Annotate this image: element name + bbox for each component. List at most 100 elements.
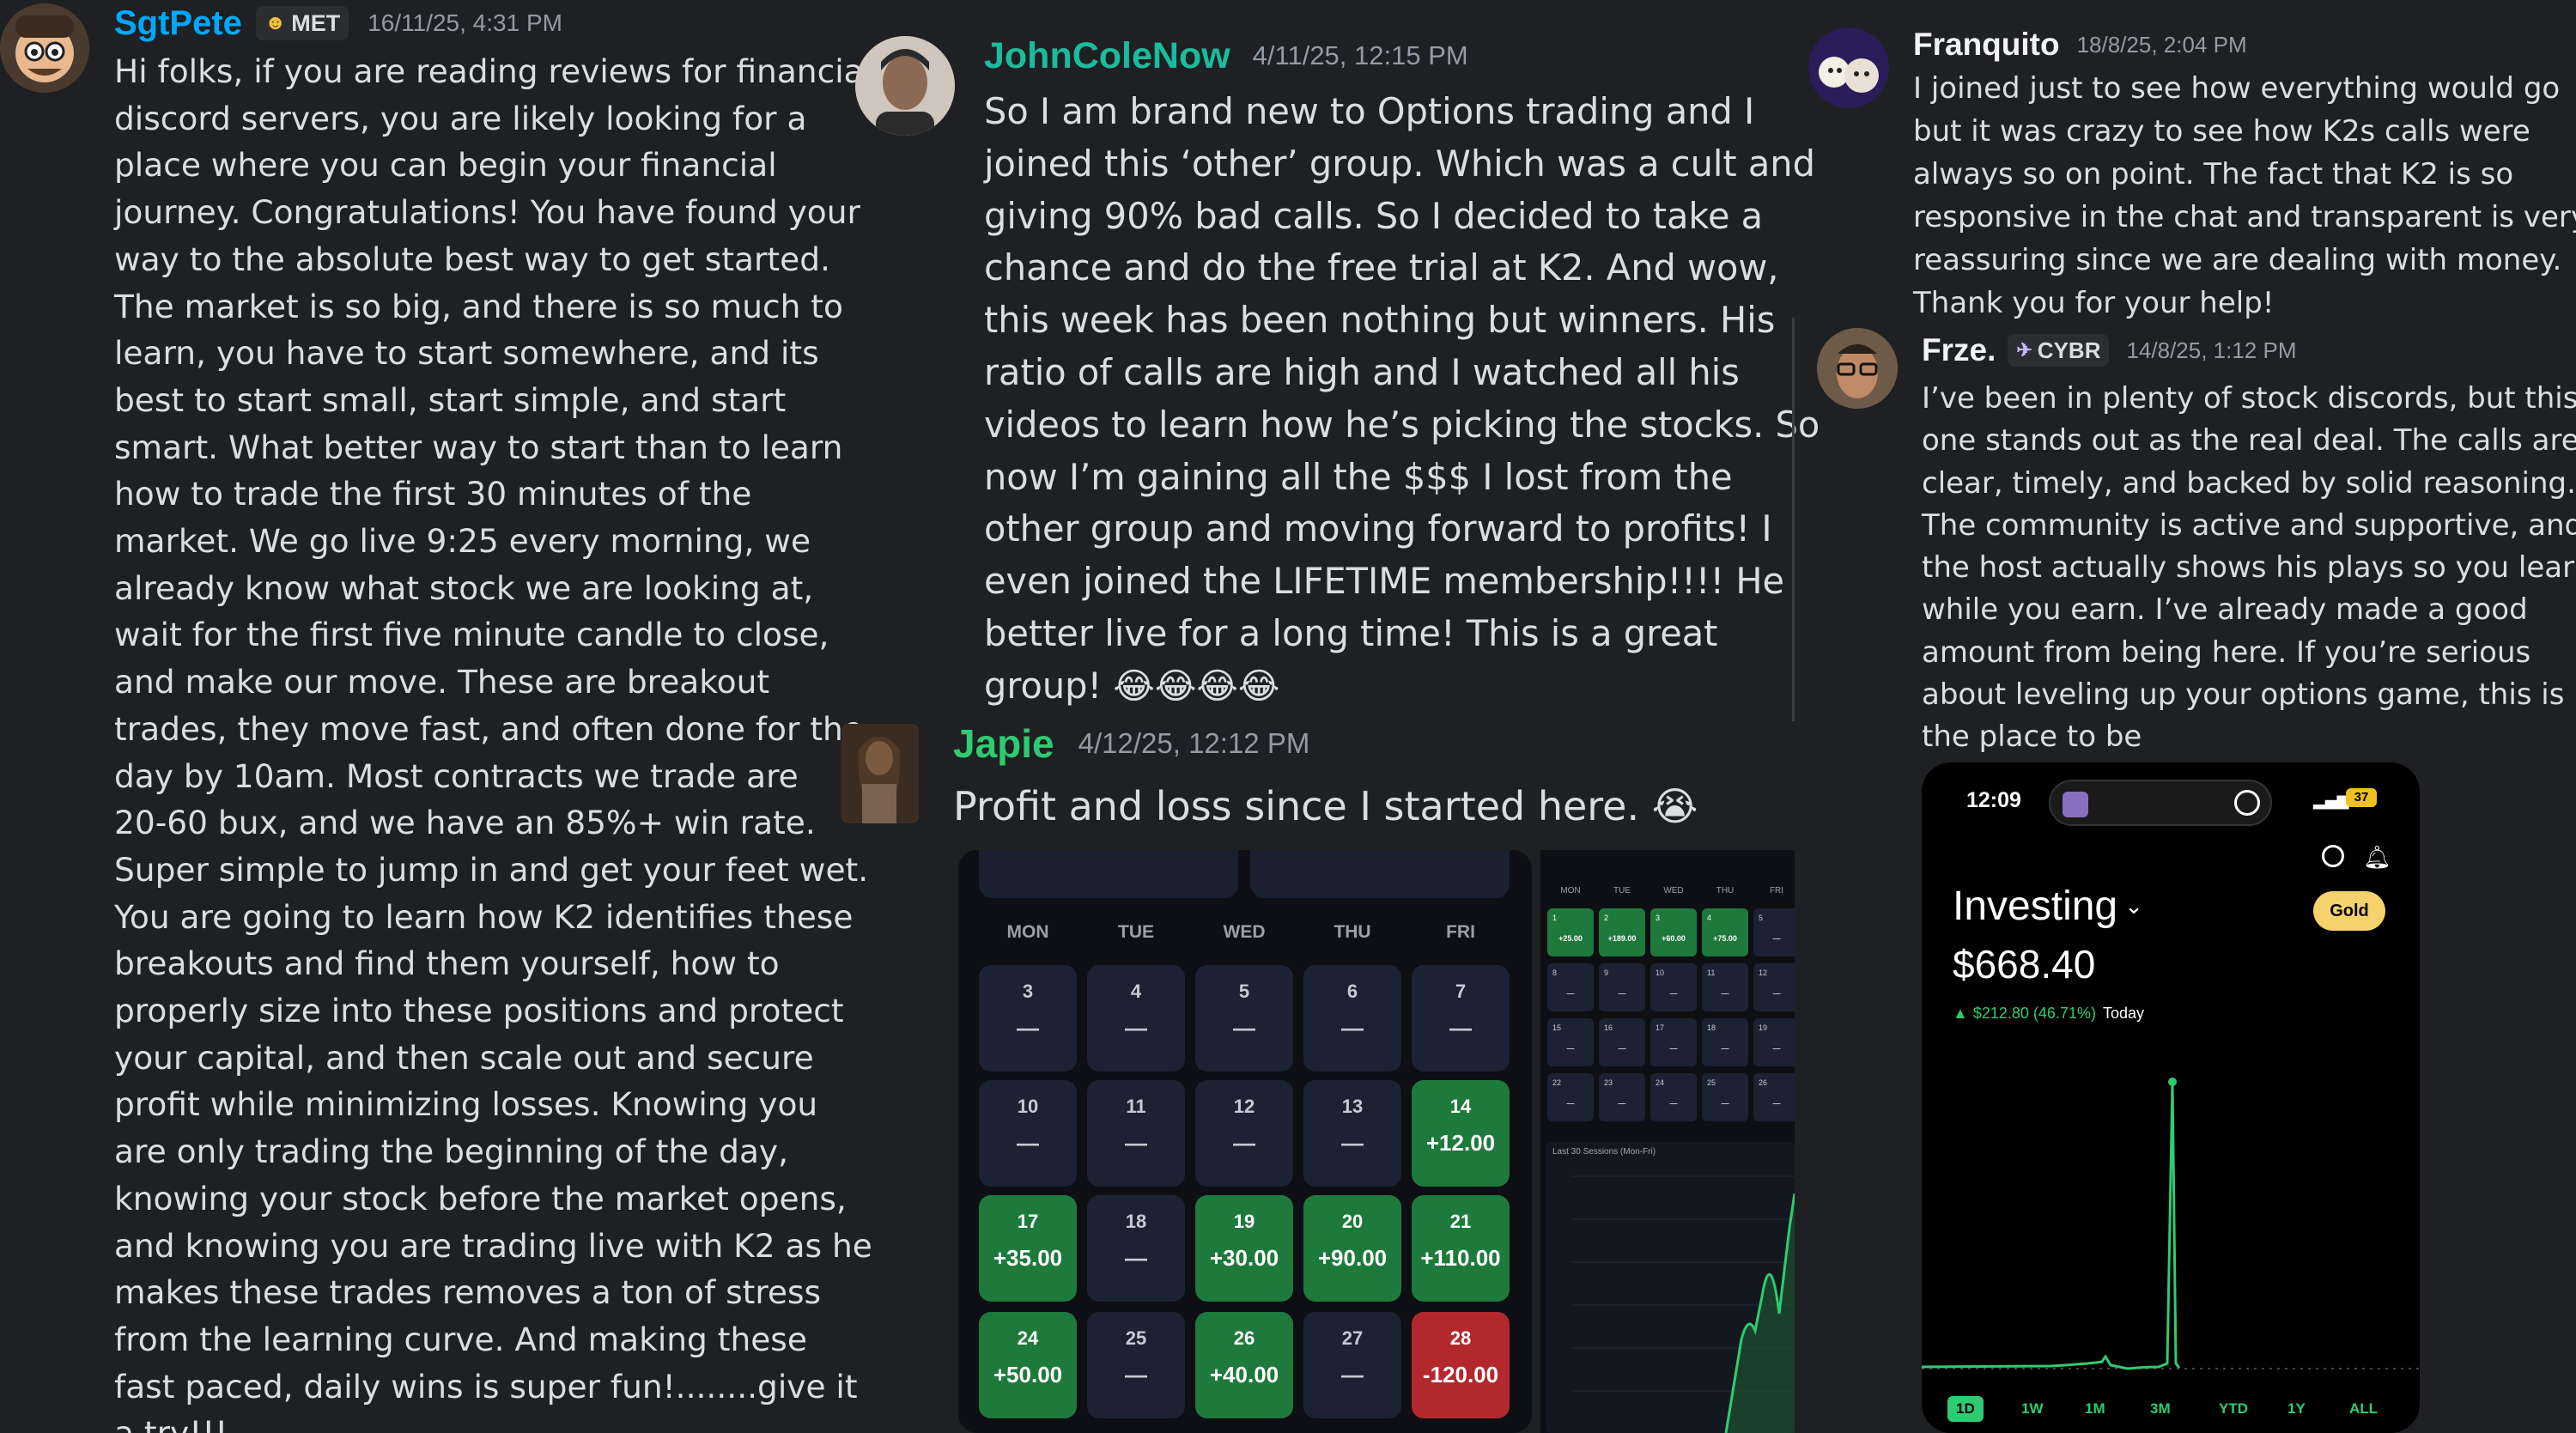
- avatar-frze[interactable]: [1817, 328, 1898, 409]
- calendar-day-cell[interactable]: 12 —: [1195, 1080, 1293, 1187]
- message-line: and make our move. These are breakout: [114, 663, 770, 701]
- mini-calendar-cell[interactable]: 4 +75.00: [1702, 908, 1748, 956]
- message-line: now I’m gaining all the $$$ I lost from …: [984, 455, 1733, 498]
- day-number: 26: [1233, 1327, 1255, 1349]
- range-1d-button[interactable]: 1D: [1947, 1396, 1984, 1422]
- calendar-day-cell[interactable]: 7—: [1412, 965, 1510, 1072]
- day-number: 11: [1126, 1096, 1146, 1117]
- calendar-day-cell[interactable]: 13 —: [1303, 1080, 1401, 1187]
- calendar-day-cell[interactable]: 26 +40.00: [1195, 1312, 1293, 1418]
- avatar-japie[interactable]: [841, 724, 919, 823]
- calendar-day-cell[interactable]: 27 —: [1303, 1312, 1401, 1418]
- message-line: way to the absolute best way to get star…: [114, 240, 830, 278]
- mini-calendar-cell[interactable]: 24 —: [1650, 1073, 1697, 1121]
- mini-calendar-cell[interactable]: 25 —: [1702, 1073, 1748, 1121]
- calendar-day-cell[interactable]: 21 +110.00: [1412, 1195, 1510, 1302]
- mini-day-number: 26: [1759, 1078, 1768, 1087]
- mini-day-number: 15: [1552, 1023, 1562, 1032]
- mini-day-number: 17: [1656, 1023, 1665, 1032]
- mini-calendar-cell[interactable]: 19 —: [1753, 1018, 1795, 1066]
- mini-calendar-cell[interactable]: 12 —: [1753, 963, 1795, 1011]
- calendar-day-cell[interactable]: 25 —: [1087, 1312, 1185, 1418]
- mini-calendar-image[interactable]: MON TUE WED THU FRI 1 +25.00 2 +189.00 3 +60.00 4 +7…: [1540, 850, 1795, 1433]
- mini-weekday-header: THU: [1716, 886, 1735, 896]
- message-line: ratio of calls are high and I watched al…: [984, 350, 1740, 393]
- rocket-icon: ✈: [2016, 339, 2032, 361]
- day-pnl: -120.00: [1422, 1362, 1499, 1387]
- calendar-day-cell[interactable]: 24 +50.00: [979, 1312, 1077, 1418]
- mini-calendar-cell[interactable]: 16 —: [1599, 1018, 1645, 1066]
- mini-day-pnl: —: [1669, 1044, 1678, 1053]
- mini-day-pnl: —: [1618, 1099, 1626, 1108]
- mini-calendar-cell[interactable]: 1 +25.00: [1547, 908, 1594, 956]
- timestamp-johncolenow: 4/11/25, 12:15 PM: [1252, 40, 1468, 70]
- message-line: trades, they move fast, and often done f…: [114, 709, 863, 748]
- username-johncolenow[interactable]: JohnColeNow: [984, 35, 1230, 77]
- message-line: makes these trades removes a ton of stre…: [114, 1273, 822, 1312]
- role-tag-cybr[interactable]: ✈ CYBR: [2008, 334, 2110, 367]
- mini-calendar-cell[interactable]: 2 +189.00: [1599, 908, 1645, 956]
- username-sgtpete[interactable]: SgtPete: [114, 4, 242, 43]
- avatar-sgtpete[interactable]: [0, 3, 89, 93]
- range-all-button[interactable]: ALL: [2341, 1396, 2386, 1422]
- username-franquito[interactable]: Franquito: [1913, 27, 2060, 63]
- calendar-day-cell[interactable]: 4—: [1087, 965, 1185, 1072]
- calendar-day-cell[interactable]: 10 —: [979, 1080, 1077, 1187]
- username-japie[interactable]: Japie: [953, 720, 1054, 767]
- range-1m-button[interactable]: 1M: [2076, 1396, 2114, 1422]
- day-pnl: —: [1341, 1015, 1364, 1041]
- calendar-day-cell[interactable]: 3—: [979, 965, 1077, 1072]
- avatar-franquito[interactable]: [1808, 27, 1889, 108]
- calendar-day-cell[interactable]: 17 +35.00: [979, 1195, 1077, 1302]
- mini-day-pnl: —: [1721, 1044, 1729, 1053]
- day-pnl: —: [1449, 1015, 1472, 1041]
- calendar-day-cell[interactable]: 19 +30.00: [1195, 1195, 1293, 1302]
- calendar-day-cell[interactable]: 28 -120.00: [1412, 1312, 1510, 1418]
- mini-day-pnl: —: [1618, 989, 1626, 998]
- day-pnl: —: [1017, 1015, 1039, 1041]
- message-body-franquito: I joined just to see how everything woul…: [1913, 67, 2576, 325]
- message-body-frze: I’ve been in plenty of stock discords, b…: [1922, 378, 2576, 759]
- calendar-day-cell[interactable]: 5—: [1195, 965, 1293, 1072]
- day-number: 27: [1341, 1327, 1364, 1349]
- brokerage-phone-image[interactable]: 12:09 ▂▄▆ 37 🔔︎ Investing ⌄ Gold $668.40…: [1922, 762, 2420, 1433]
- calendar-day-cell[interactable]: 11 —: [1087, 1080, 1185, 1187]
- mini-calendar-cell[interactable]: 3 +60.00: [1650, 908, 1697, 956]
- range-3m-button[interactable]: 3M: [2142, 1396, 2179, 1422]
- calendar-day-cell[interactable]: 20 +90.00: [1303, 1195, 1401, 1302]
- username-frze[interactable]: Frze.: [1922, 332, 1996, 368]
- skull-icon: ☻: [264, 11, 287, 34]
- day-pnl: —: [1017, 1130, 1039, 1156]
- message-line: profit while minimizing losses. Knowing …: [114, 1085, 818, 1124]
- message-line: smart. What better way to start than to …: [114, 428, 843, 466]
- mini-calendar-cell[interactable]: 17 —: [1650, 1018, 1697, 1066]
- range-ytd-button[interactable]: YTD: [2210, 1396, 2257, 1422]
- mini-calendar-cell[interactable]: 26 —: [1753, 1073, 1795, 1121]
- mini-calendar-cell[interactable]: 5—: [1753, 908, 1795, 956]
- mini-calendar-cell[interactable]: 22 —: [1547, 1073, 1594, 1121]
- message-line: always so on point. The fact that K2 is …: [1913, 157, 2514, 191]
- calendar-summary-card-left: [979, 850, 1238, 898]
- mini-calendar-cell[interactable]: 11 —: [1702, 963, 1748, 1011]
- message-line: The market is so big, and there is so mu…: [114, 287, 843, 325]
- calendar-day-cell[interactable]: 18 —: [1087, 1195, 1185, 1302]
- mini-calendar-cell[interactable]: 9—: [1599, 963, 1645, 1011]
- role-tag-label: CYBR: [2037, 337, 2101, 363]
- role-tag-met[interactable]: ☻ MET: [255, 6, 349, 40]
- mini-calendar-cell[interactable]: 18 —: [1702, 1018, 1748, 1066]
- mini-day-number: 10: [1656, 968, 1665, 977]
- day-number: 10: [1017, 1096, 1039, 1117]
- mini-day-number: 12: [1759, 968, 1768, 977]
- calendar-day-cell[interactable]: 6—: [1303, 965, 1401, 1072]
- mini-calendar-cell[interactable]: 23 —: [1599, 1073, 1645, 1121]
- mini-calendar-cell[interactable]: 15 —: [1547, 1018, 1594, 1066]
- range-1w-button[interactable]: 1W: [2013, 1396, 2052, 1422]
- range-1y-button[interactable]: 1Y: [2279, 1396, 2314, 1422]
- pnl-calendar-image[interactable]: MON TUE WED THU FRI 3—4—5—6—7—10—11—12—13—14 +…: [958, 850, 1532, 1433]
- mini-calendar-cell[interactable]: 10 —: [1650, 963, 1697, 1011]
- mini-day-number: 8: [1552, 968, 1558, 977]
- mini-calendar-cell[interactable]: 8—: [1547, 963, 1594, 1011]
- calendar-day-cell[interactable]: 14 +12.00: [1412, 1080, 1510, 1187]
- mini-day-number: 1: [1552, 914, 1558, 922]
- avatar-johncolenow[interactable]: [855, 36, 955, 136]
